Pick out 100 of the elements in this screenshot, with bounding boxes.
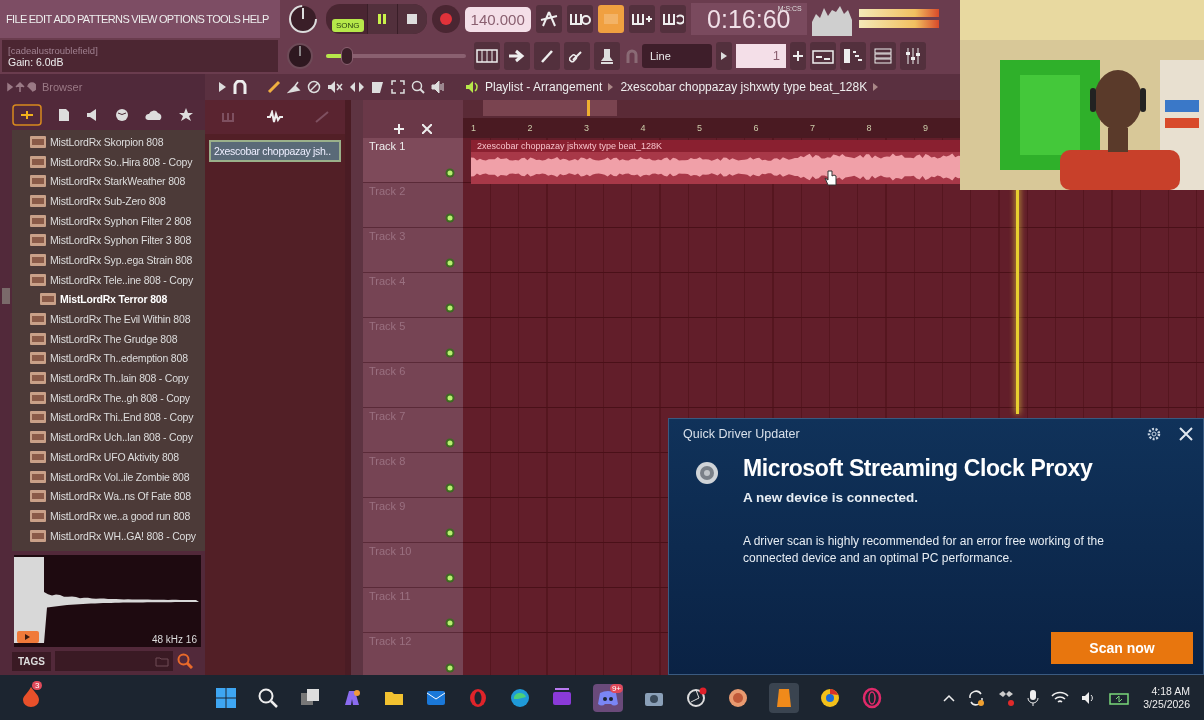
star-icon[interactable] [179, 108, 194, 122]
track-led-icon[interactable] [445, 663, 455, 673]
pencil-icon[interactable] [267, 80, 281, 94]
metronome-icon[interactable] [535, 5, 562, 33]
sample-list-item[interactable]: MistLordRx So..Hira 808 - Copy [12, 151, 205, 172]
track-led-icon[interactable] [445, 438, 455, 448]
sample-list-item[interactable]: MistLordRx Vol..ile Zombie 808 [12, 466, 205, 487]
pause-button[interactable] [366, 4, 397, 34]
sample-list-item[interactable]: MistLordRx Thi..End 808 - Copy [12, 407, 205, 428]
track-led-icon[interactable] [445, 303, 455, 313]
menu-item[interactable]: PATTERNS [76, 13, 130, 25]
sample-list-item[interactable]: MistLordRx Wa..ns Of Fate 808 [12, 486, 205, 507]
globe-icon[interactable] [115, 108, 130, 122]
track-led-icon[interactable] [445, 213, 455, 223]
cloud-icon[interactable] [145, 109, 164, 121]
zoom-icon[interactable] [411, 80, 425, 94]
chevron-up-icon[interactable] [943, 693, 956, 702]
track-led-icon[interactable] [445, 573, 455, 583]
sample-list-item[interactable]: MistLordRx Syphon Filter 3 808 [12, 230, 205, 251]
paint-icon[interactable] [287, 80, 301, 94]
slip-icon[interactable] [349, 80, 365, 94]
sample-list-item[interactable]: MistLordRx Syphon Filter 2 808 [12, 210, 205, 231]
stamp-icon[interactable] [594, 42, 620, 70]
mute-icon[interactable] [327, 80, 343, 94]
track-led-icon[interactable] [445, 348, 455, 358]
sample-list-item[interactable]: MistLordRx Sub-Zero 808 [12, 191, 205, 211]
menu-item[interactable]: OPTIONS [158, 13, 205, 25]
sample-list-item[interactable]: MistLordRx Skorpion 808 [12, 132, 205, 152]
knob-icon[interactable] [288, 4, 318, 34]
delete-icon[interactable] [307, 80, 321, 94]
all-files-tab[interactable] [11, 104, 42, 126]
close-icon[interactable] [422, 124, 432, 134]
chat-app-button[interactable]: 9+ [593, 683, 623, 712]
playlist-window-icon[interactable] [810, 42, 836, 70]
menu-item[interactable]: EDIT [28, 13, 52, 25]
sync-icon[interactable] [967, 688, 986, 707]
magnet-icon[interactable] [233, 80, 247, 94]
play-button[interactable] [17, 631, 39, 643]
mixer-icon[interactable] [900, 42, 926, 70]
stop-button[interactable] [396, 4, 427, 34]
aperture-icon[interactable] [685, 686, 707, 709]
master-volume-slider[interactable] [326, 47, 466, 65]
taskbar-date[interactable]: 3/25/2026 [1143, 698, 1190, 710]
track-led-icon[interactable] [445, 168, 455, 178]
sample-list-item[interactable]: MistLordRx Tele..ine 808 - Copy [12, 269, 205, 290]
sample-list-item[interactable]: MistLordRx The Evil Within 808 [12, 309, 205, 329]
tags-label[interactable]: TAGS [12, 651, 52, 671]
settings-icon[interactable] [1147, 427, 1161, 441]
loop-record-icon[interactable] [659, 5, 686, 33]
menu-item[interactable]: FILE [6, 13, 27, 25]
track-led-icon[interactable] [445, 528, 455, 538]
menu-item[interactable]: VIEW [131, 13, 157, 25]
pencil-icon[interactable] [534, 42, 560, 70]
sample-list-item[interactable]: MistLordRx StarkWeather 808 [12, 171, 205, 192]
audio-clip-icon[interactable] [266, 110, 284, 124]
taskbar-time[interactable]: 4:18 AM [1151, 685, 1190, 697]
snap-dropdown[interactable]: Line [642, 44, 712, 68]
menu-item[interactable]: ADD [53, 13, 75, 25]
microphone-icon[interactable] [1027, 688, 1040, 707]
close-icon[interactable] [1179, 427, 1193, 441]
sample-list-item[interactable]: MistLordRx UFO Aktivity 808 [12, 447, 205, 467]
sample-list-item[interactable]: MistLordRx Th..lain 808 - Copy [12, 368, 205, 388]
menu-item[interactable]: HELP [242, 13, 269, 25]
windows-start-icon[interactable] [215, 686, 237, 709]
select-icon[interactable] [391, 80, 405, 94]
speaker-icon[interactable] [465, 80, 479, 94]
track-led-icon[interactable] [445, 393, 455, 403]
track-led-icon[interactable] [445, 258, 455, 268]
speaker-icon[interactable] [431, 80, 445, 94]
track-led-icon[interactable] [445, 618, 455, 628]
overview-scrollbar[interactable] [483, 100, 617, 116]
document-icon[interactable] [57, 108, 70, 122]
battery-icon[interactable] [1109, 690, 1132, 705]
sample-list-item[interactable]: MistLordRx Terror 808 [12, 289, 205, 310]
daw-app-icon[interactable] [769, 682, 799, 713]
piano-roll-icon[interactable] [840, 42, 866, 70]
clip-item[interactable]: 2xescobar choppazay jsh.. [209, 140, 341, 162]
track-led-icon[interactable] [445, 483, 455, 493]
link-icon[interactable] [564, 42, 590, 70]
slice-icon[interactable] [371, 80, 385, 94]
sample-list-item[interactable]: MistLordRx The..gh 808 - Copy [12, 387, 205, 408]
sample-list-item[interactable]: MistLordRx Uch..lan 808 - Copy [12, 427, 205, 447]
nav-arrows-icon[interactable] [6, 81, 36, 93]
sample-list-item[interactable]: MistLordRx The Grudge 808 [12, 328, 205, 349]
scrollbar-thumb[interactable] [2, 288, 10, 304]
tag-search-field[interactable] [55, 651, 174, 671]
browser-icon[interactable] [819, 686, 841, 709]
sample-list-item[interactable]: MistLordRx we..a good run 808 [12, 506, 205, 526]
wifi-icon[interactable] [1051, 690, 1070, 705]
channel-rack-icon[interactable] [870, 42, 896, 70]
keyboard-icon[interactable] [474, 42, 500, 70]
pattern-selector[interactable]: 1 [736, 44, 786, 68]
step-record-icon[interactable] [566, 5, 593, 33]
tempo-display[interactable]: 140.000 [464, 6, 531, 32]
browser-icon[interactable] [509, 686, 531, 709]
sample-list-item[interactable]: MistLordRx WH..GA! 808 - Copy [12, 525, 205, 546]
add-icon[interactable] [790, 42, 806, 70]
song-mode-toggle[interactable]: SONG [332, 18, 364, 32]
pattern-add-icon[interactable] [628, 5, 655, 33]
sample-list-item[interactable]: MistLordRx Th..edemption 808 [12, 348, 205, 369]
